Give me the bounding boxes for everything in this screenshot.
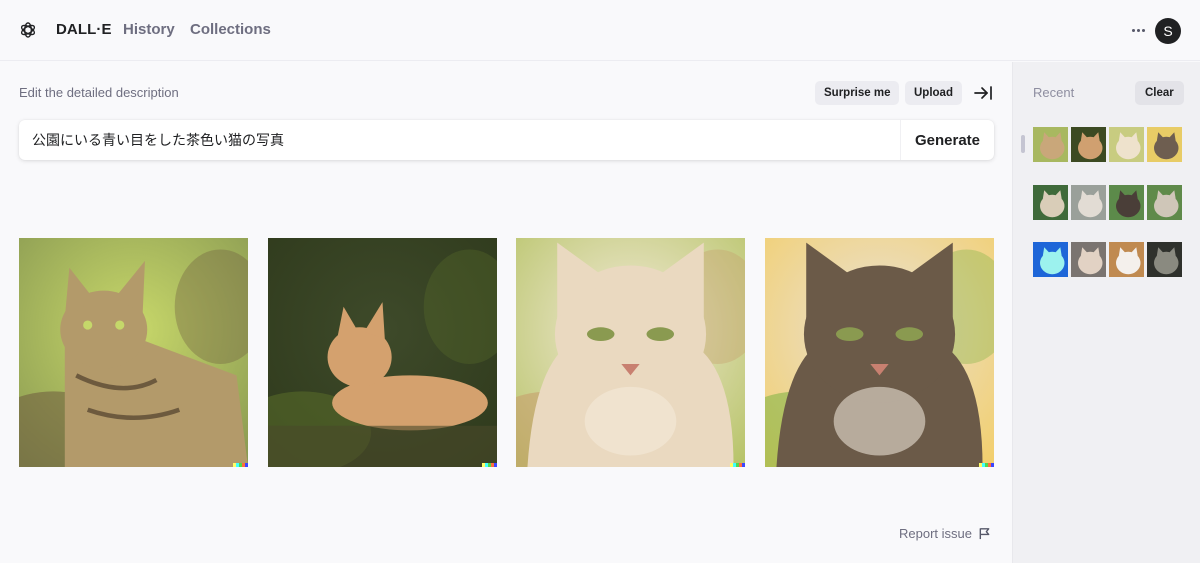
main-panel: Edit the detailed description Surprise m… [0,62,1012,563]
recent-thumbnail[interactable] [1109,127,1144,162]
recent-sidebar: Recent Clear [1012,62,1200,563]
prompt-box: Generate [19,120,994,160]
recent-thumbnail[interactable] [1071,127,1106,162]
cat-photo [764,238,994,467]
watermark-stripe [493,463,497,467]
generate-button[interactable]: Generate [900,120,994,160]
thumbnail-image [1033,185,1068,220]
recent-thumbnail[interactable] [1147,127,1182,162]
generated-images-grid [19,238,994,467]
cat-photo [19,238,248,467]
cat-photo [267,238,497,467]
cat-photo [516,238,745,467]
recent-thumbnail[interactable] [1071,242,1106,277]
thumbnail-image [1109,127,1144,162]
thumbnail-image [1071,185,1106,220]
clear-history-button[interactable]: Clear [1135,81,1184,105]
openai-logo-icon[interactable] [18,20,38,40]
flag-icon [979,528,990,540]
recent-title: Recent [1033,85,1075,100]
recent-thumbnail[interactable] [1033,127,1068,162]
recent-thumbnail[interactable] [1109,242,1144,277]
thumbnail-image [1147,185,1182,220]
ellipsis-dot [1141,28,1145,32]
generated-image[interactable] [764,238,994,467]
thumbnail-image [1109,242,1144,277]
report-issue-link[interactable]: Report issue [899,526,991,541]
arrow-right-to-bar-icon[interactable] [972,83,994,103]
recent-thumbnail[interactable] [1109,185,1144,220]
dalle-watermark [978,463,994,467]
top-nav-bar: DALL·E History Collections S [0,0,1200,61]
generated-image[interactable] [19,238,248,467]
dalle-watermark [481,463,497,467]
watermark-stripe [245,463,248,467]
thumbnail-image [1109,185,1144,220]
watermark-stripe [990,463,994,467]
sidebar-scrollbar[interactable] [1021,135,1025,153]
recent-thumbnail[interactable] [1071,185,1106,220]
recent-thumbnail[interactable] [1147,242,1182,277]
nav-history[interactable]: History [123,21,175,38]
user-avatar[interactable]: S [1155,18,1181,44]
thumbnail-image [1071,242,1106,277]
prompt-input[interactable] [19,120,900,160]
recent-thumbnail[interactable] [1147,185,1182,220]
surprise-me-button[interactable]: Surprise me [815,81,900,105]
watermark-stripe [742,463,745,467]
instruction-label: Edit the detailed description [19,85,179,100]
ellipsis-icon [1131,28,1135,32]
generated-image[interactable] [267,238,497,467]
nav-dalle-brand[interactable]: DALL·E [56,21,112,38]
more-options-button[interactable] [1128,21,1148,39]
report-issue-label: Report issue [899,526,972,541]
ellipsis-dot [1136,28,1140,32]
thumbnail-image [1033,127,1068,162]
recent-thumbnail[interactable] [1033,185,1068,220]
thumbnail-image [1071,127,1106,162]
recent-row [1033,242,1182,277]
thumbnail-image [1147,127,1182,162]
upload-button[interactable]: Upload [905,81,962,105]
dalle-watermark [233,463,248,467]
nav-collections[interactable]: Collections [190,21,271,38]
recent-thumbnail[interactable] [1033,242,1068,277]
recent-row [1033,185,1182,220]
generated-image[interactable] [516,238,745,467]
thumbnail-image [1147,242,1182,277]
thumbnail-image [1033,242,1068,277]
dalle-watermark [730,463,745,467]
recent-row [1033,127,1182,162]
